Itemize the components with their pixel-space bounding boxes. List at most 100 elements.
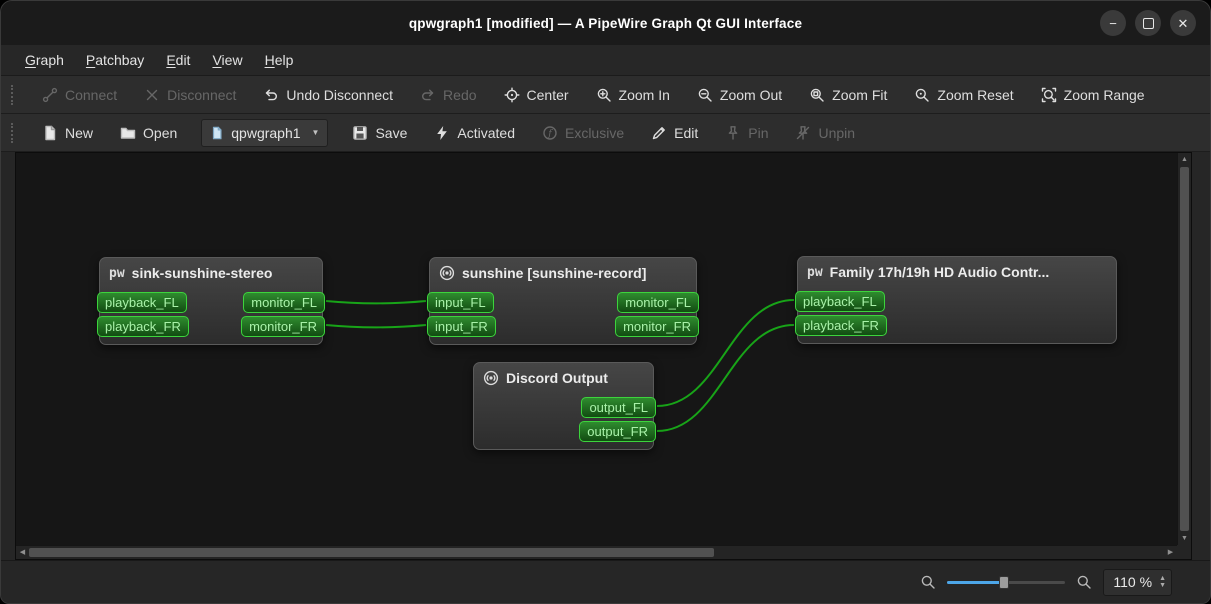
- graph-canvas[interactable]: pw sink-sunshine-stereo playback_FL play…: [16, 153, 1177, 545]
- graph-node-sink-sunshine-stereo[interactable]: pw sink-sunshine-stereo playback_FL play…: [97, 257, 325, 345]
- activated-lightning-icon: [437, 125, 448, 140]
- port-output-fr[interactable]: output_FR: [579, 421, 656, 442]
- zoom-range-button[interactable]: Zoom Range: [1030, 80, 1156, 109]
- port-playback-fr[interactable]: playback_FR: [795, 315, 887, 336]
- port-monitor-fr[interactable]: monitor_FR: [241, 316, 325, 337]
- zoom-spinbox[interactable]: 110 % ▲ ▼: [1103, 568, 1172, 596]
- status-bar: 110 % ▲ ▼: [1, 560, 1210, 603]
- menu-bar: Graph Patchbay Edit View Help: [1, 45, 1210, 76]
- activated-label: Activated: [457, 124, 515, 141]
- node-title: sink-sunshine-stereo: [131, 265, 273, 281]
- center-label: Center: [526, 86, 569, 103]
- menu-edit[interactable]: Edit: [155, 45, 201, 75]
- menu-patchbay[interactable]: Patchbay: [75, 45, 155, 75]
- session-combobox[interactable]: qpwgraph1 ▼: [201, 118, 329, 147]
- toolbar-main: Connect Disconnect Undo Disconnect Redo: [1, 76, 1210, 114]
- app-window: qpwgraph1 [modified] — A PipeWire Graph …: [0, 0, 1211, 604]
- minimize-button[interactable]: −: [1100, 10, 1126, 36]
- pin-label: Pin: [748, 124, 769, 141]
- media-record-icon: [483, 370, 499, 386]
- zoom-slider[interactable]: [947, 574, 1066, 591]
- edit-label: Edit: [674, 124, 699, 141]
- session-name: qpwgraph1: [231, 124, 301, 141]
- port-playback-fl[interactable]: playback_FL: [795, 291, 885, 312]
- unpin-label: Unpin: [818, 124, 856, 141]
- redo-button[interactable]: Redo: [409, 80, 487, 109]
- pipewire-icon: pw: [109, 265, 125, 281]
- port-input-fr[interactable]: input_FR: [427, 316, 496, 337]
- scroll-down-arrow[interactable]: ▼: [1178, 532, 1191, 545]
- zoom-range-icon: [1041, 87, 1056, 102]
- svg-text:f: f: [547, 129, 553, 139]
- node-title: Discord Output: [506, 370, 608, 386]
- graph-node-sunshine[interactable]: sunshine [sunshine-record] input_FL inpu…: [427, 257, 699, 345]
- connect-button[interactable]: Connect: [31, 80, 128, 109]
- edit-button[interactable]: Edit: [640, 118, 709, 147]
- vertical-scrollbar[interactable]: ▲ ▼: [1177, 153, 1191, 545]
- connect-icon: [42, 87, 58, 102]
- close-button[interactable]: ✕: [1170, 10, 1196, 36]
- unpin-button[interactable]: Unpin: [784, 118, 866, 147]
- pin-button[interactable]: Pin: [714, 118, 779, 147]
- undo-disconnect-button[interactable]: Undo Disconnect: [252, 80, 404, 109]
- port-output-fl[interactable]: output_FL: [581, 397, 656, 418]
- scrollbar-corner: [1177, 545, 1191, 559]
- port-playback-fr[interactable]: playback_FR: [97, 316, 189, 337]
- open-folder-icon: [120, 127, 136, 139]
- open-button[interactable]: Open: [109, 118, 188, 147]
- center-icon: [504, 87, 520, 102]
- menu-view[interactable]: View: [201, 45, 253, 75]
- activated-button[interactable]: Activated: [423, 118, 526, 147]
- new-button[interactable]: New: [31, 118, 104, 147]
- horizontal-scrollbar[interactable]: ◀ ▶: [16, 545, 1177, 559]
- spin-down-icon[interactable]: ▼: [1159, 582, 1166, 589]
- open-label: Open: [143, 124, 178, 141]
- toolbar-drag-handle[interactable]: [11, 122, 17, 143]
- connection-wire[interactable]: [325, 300, 427, 305]
- graph-node-family-hd-audio[interactable]: pw Family 17h/19h HD Audio Contr... play…: [795, 256, 1117, 344]
- zoom-in-button[interactable]: Zoom In: [585, 80, 681, 109]
- chevron-down-icon: ▼: [311, 128, 320, 137]
- spin-up-icon[interactable]: ▲: [1159, 575, 1166, 582]
- port-playback-fl[interactable]: playback_FL: [97, 292, 187, 313]
- disconnect-button[interactable]: Disconnect: [133, 80, 247, 109]
- save-button[interactable]: Save: [341, 118, 418, 147]
- zoom-fit-icon: [810, 88, 824, 102]
- scroll-up-arrow[interactable]: ▲: [1178, 153, 1191, 166]
- port-monitor-fl[interactable]: monitor_FL: [243, 292, 325, 313]
- horizontal-scrollbar-thumb[interactable]: [29, 548, 714, 557]
- zoom-fit-button[interactable]: Zoom Fit: [798, 80, 898, 109]
- zoom-value: 110 %: [1113, 574, 1153, 590]
- zoom-slider-thumb[interactable]: [999, 575, 1010, 589]
- scroll-right-arrow[interactable]: ▶: [1164, 546, 1177, 559]
- zoom-reset-button[interactable]: Zoom Reset: [903, 80, 1024, 109]
- toolbar-drag-handle[interactable]: [11, 84, 17, 105]
- port-monitor-fr[interactable]: monitor_FR: [615, 316, 699, 337]
- zoom-out-button[interactable]: Zoom Out: [686, 80, 793, 109]
- save-label: Save: [375, 124, 408, 141]
- exclusive-label: Exclusive: [564, 124, 625, 141]
- connection-wire[interactable]: [325, 324, 427, 329]
- zoom-range-label: Zoom Range: [1063, 86, 1145, 103]
- connection-wires: [325, 299, 795, 432]
- title-bar[interactable]: qpwgraph1 [modified] — A PipeWire Graph …: [1, 1, 1210, 45]
- node-title: Family 17h/19h HD Audio Contr...: [829, 264, 1050, 280]
- exclusive-button[interactable]: f Exclusive: [531, 118, 635, 147]
- redo-label: Redo: [443, 86, 477, 103]
- center-button[interactable]: Center: [493, 80, 580, 109]
- zoom-in-icon: [597, 88, 611, 102]
- menu-help[interactable]: Help: [254, 45, 305, 75]
- vertical-scrollbar-thumb[interactable]: [1180, 167, 1189, 531]
- zoom-reset-label: Zoom Reset: [937, 86, 1014, 103]
- port-monitor-fl[interactable]: monitor_FL: [617, 292, 699, 313]
- maximize-button[interactable]: [1135, 10, 1161, 36]
- node-title: sunshine [sunshine-record]: [462, 265, 647, 281]
- new-label: New: [65, 124, 94, 141]
- scroll-left-arrow[interactable]: ◀: [16, 546, 29, 559]
- unpin-icon: [797, 125, 810, 140]
- zoom-out-icon: [698, 88, 712, 102]
- menu-graph[interactable]: Graph: [14, 45, 75, 75]
- port-input-fl[interactable]: input_FL: [427, 292, 494, 313]
- graph-node-discord-output[interactable]: Discord Output output_FL output_FR: [473, 362, 656, 450]
- disconnect-icon: [146, 89, 158, 100]
